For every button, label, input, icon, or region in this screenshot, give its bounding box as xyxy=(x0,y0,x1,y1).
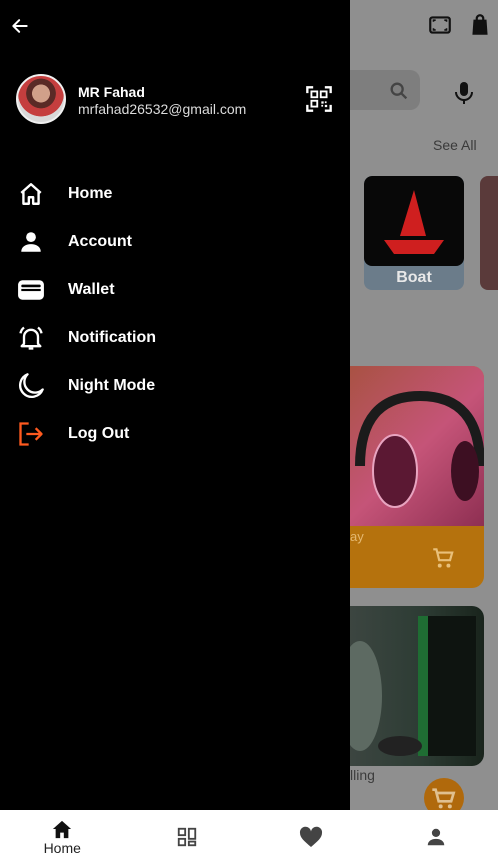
menu-item-label: Night Mode xyxy=(68,377,156,394)
moon-icon xyxy=(17,372,45,400)
brand-card[interactable] xyxy=(480,176,498,290)
person-icon xyxy=(17,228,45,256)
cart-icon[interactable] xyxy=(430,545,456,571)
avatar[interactable] xyxy=(16,74,66,124)
logout-icon xyxy=(17,420,45,448)
scan-icon[interactable] xyxy=(427,12,453,38)
product-card[interactable]: ay xyxy=(330,366,484,588)
mic-icon[interactable] xyxy=(452,80,476,106)
nav-label: Home xyxy=(43,839,81,856)
product-card[interactable] xyxy=(330,606,484,766)
menu-item-label: Home xyxy=(68,185,113,202)
brand-label: Boat xyxy=(396,269,432,286)
product-title: ay xyxy=(350,529,364,544)
heart-icon xyxy=(300,826,323,847)
menu-item-wallet[interactable]: Wallet xyxy=(0,266,350,314)
qr-code-icon[interactable] xyxy=(305,85,333,113)
menu-item-label: Account xyxy=(68,233,132,250)
search-icon xyxy=(390,82,408,100)
boat-logo xyxy=(364,176,464,266)
menu-item-label: Notification xyxy=(68,329,156,346)
nav-tab-profile[interactable] xyxy=(374,810,498,864)
nav-tab-home[interactable]: Home xyxy=(0,810,125,864)
home-icon xyxy=(17,180,45,208)
menu-item-account[interactable]: Account xyxy=(0,218,350,266)
see-all-link[interactable]: See All xyxy=(433,137,477,153)
shopping-bag-icon[interactable] xyxy=(467,12,493,38)
wallet-icon xyxy=(17,276,45,304)
home-icon xyxy=(53,820,72,838)
user-email: mrfahad26532@gmail.com xyxy=(78,101,247,117)
brand-card[interactable]: Boat xyxy=(364,176,464,290)
menu-item-home[interactable]: Home xyxy=(0,170,350,218)
person-icon xyxy=(427,828,444,846)
user-name: MR Fahad xyxy=(78,84,145,100)
menu-item-label: Wallet xyxy=(68,281,115,298)
headphones-image xyxy=(330,366,484,526)
product-title: lling xyxy=(350,767,375,783)
grid-icon xyxy=(177,827,196,847)
console-image xyxy=(338,616,476,756)
nav-tab-categories[interactable] xyxy=(125,810,250,864)
menu-item-logout[interactable]: Log Out xyxy=(0,410,350,458)
menu-item-label: Log Out xyxy=(68,425,130,442)
menu-item-night-mode[interactable]: Night Mode xyxy=(0,362,350,410)
bell-icon xyxy=(17,324,45,352)
bottom-navigation: Home xyxy=(0,810,498,864)
back-arrow-icon[interactable] xyxy=(10,16,30,36)
drawer-menu: Home Account Wallet Notification Night M… xyxy=(0,170,350,458)
nav-tab-favorites[interactable] xyxy=(249,810,374,864)
navigation-drawer: MR Fahad mrfahad26532@gmail.com Home Acc… xyxy=(0,0,350,864)
menu-item-notification[interactable]: Notification xyxy=(0,314,350,362)
